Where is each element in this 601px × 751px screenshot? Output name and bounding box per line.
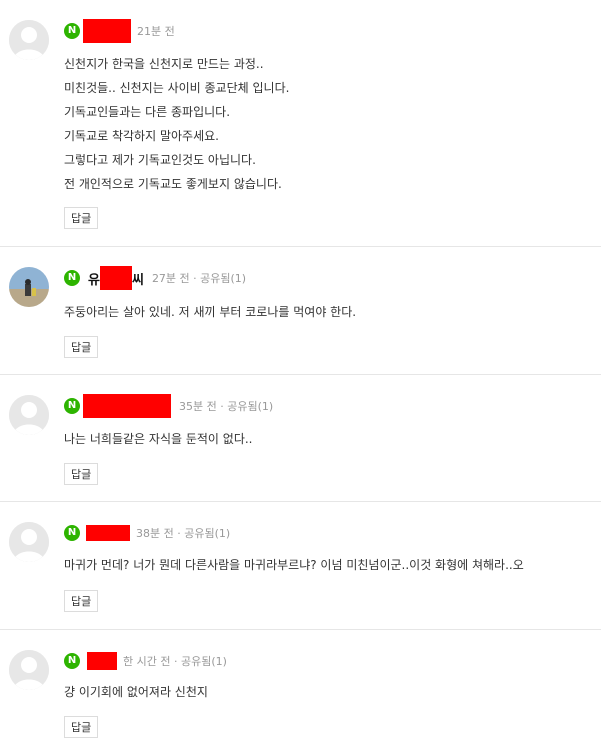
naver-badge-icon: N [64, 525, 80, 541]
comment-time: 27분 전 · 공유됨(1) [151, 272, 247, 285]
comment-line: 미친것들.. 신천지는 사이비 종교단체 입니다. [64, 81, 290, 95]
redacted-username [83, 394, 171, 418]
naver-badge-icon: N [64, 398, 80, 414]
comment-line: 기독교인들과는 다른 종파입니다. [64, 105, 231, 119]
reply-button[interactable]: 답글 [64, 716, 99, 738]
comment-item: N 38분 전 · 공유됨(1) 마귀가 먼데? 너가 뭔데 다른사람을 마귀라… [0, 502, 601, 630]
reply-button[interactable]: 답글 [64, 590, 99, 612]
username-prefix: 유 [88, 272, 100, 288]
comment-meta: N 한 시간 전 · 공유됨(1) [64, 652, 227, 670]
comment-text: 신천지가 한국을 신천지로 만드는 과정.. 미친것들.. 신천지는 사이비 종… [64, 52, 289, 196]
comment-list: N 21분 전 신천지가 한국을 신천지로 만드는 과정.. 미친것들.. 신천… [0, 0, 601, 750]
comment-line: 마귀가 먼데? 너가 뭔데 다른사람을 마귀라부르냐? 이넘 미친넘이군..이것… [64, 558, 524, 572]
comment-text: 마귀가 먼데? 너가 뭔데 다른사람을 마귀라부르냐? 이넘 미친넘이군..이것… [64, 553, 524, 577]
redacted-username [87, 652, 117, 670]
default-avatar-icon [9, 522, 49, 562]
naver-badge-icon: N [64, 270, 80, 286]
comment-time: 21분 전 [137, 25, 175, 38]
reply-button[interactable]: 답글 [64, 463, 99, 485]
naver-badge-icon: N [64, 23, 80, 39]
reply-button[interactable]: 답글 [64, 336, 99, 358]
reply-button[interactable]: 답글 [64, 207, 99, 229]
redacted-username [86, 525, 130, 541]
comment-item: N 한 시간 전 · 공유됨(1) 걍 이기회에 없어져라 신천지 답글 [0, 630, 601, 750]
comment-item: N 유 씨 27분 전 · 공유됨(1) 주둥아리는 살아 있네. 저 새끼 부… [0, 247, 601, 375]
comment-time: 한 시간 전 · 공유됨(1) [123, 655, 227, 668]
comment-line: 기독교로 착각하지 말아주세요. [64, 129, 219, 143]
comment-meta: N 35분 전 · 공유됨(1) [64, 394, 274, 418]
comment-line: 주둥아리는 살아 있네. 저 새끼 부터 코로나를 먹여야 한다. [64, 305, 357, 319]
naver-badge-icon: N [64, 653, 80, 669]
comment-line: 전 개인적으로 기독교도 좋게보지 않습니다. [64, 177, 282, 191]
redacted-username [99, 266, 132, 290]
comment-line: 나는 너희들같은 자식을 둔적이 없다.. [64, 432, 253, 446]
comment-line: 신천지가 한국을 신천지로 만드는 과정.. [64, 57, 264, 71]
default-avatar-icon [9, 20, 49, 60]
default-avatar-icon [9, 650, 49, 690]
comment-item: N 21분 전 신천지가 한국을 신천지로 만드는 과정.. 미친것들.. 신천… [0, 0, 601, 247]
comment-meta: N 유 씨 27분 전 · 공유됨(1) [64, 266, 247, 290]
comment-item: N 35분 전 · 공유됨(1) 나는 너희들같은 자식을 둔적이 없다.. 답… [0, 375, 601, 502]
comment-text: 주둥아리는 살아 있네. 저 새끼 부터 코로나를 먹여야 한다. [64, 300, 356, 324]
redacted-username [83, 19, 131, 43]
comment-text: 걍 이기회에 없어져라 신천지 [64, 680, 208, 704]
username-suffix: 씨 [131, 272, 144, 288]
comment-meta: N 38분 전 · 공유됨(1) [64, 524, 230, 542]
comment-time: 38분 전 · 공유됨(1) [136, 527, 231, 540]
comment-line: 그렇다고 제가 기독교인것도 아닙니다. [64, 153, 256, 167]
comment-line: 걍 이기회에 없어져라 신천지 [64, 685, 208, 699]
comment-time: 35분 전 · 공유됨(1) [179, 400, 274, 413]
default-avatar-icon [9, 395, 49, 435]
user-avatar [9, 267, 49, 307]
comment-meta: N 21분 전 [64, 19, 175, 43]
comment-text: 나는 너희들같은 자식을 둔적이 없다.. [64, 427, 253, 451]
